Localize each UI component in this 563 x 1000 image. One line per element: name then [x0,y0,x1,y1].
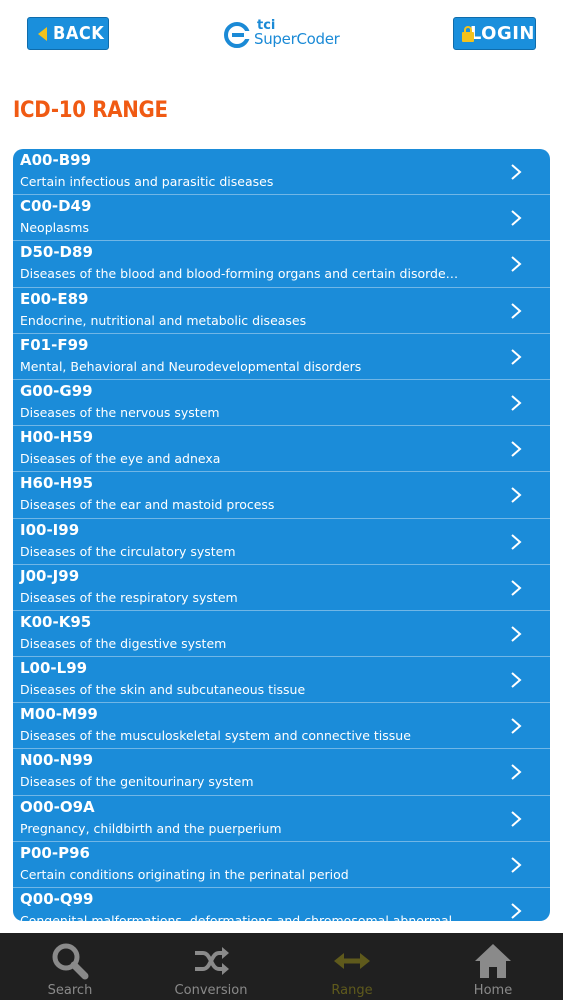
range-list-item[interactable]: K00-K95 Diseases of the digestive system [13,611,550,658]
range-code: H60-H95 [20,474,94,493]
range-description: Diseases of the circulatory system [20,543,236,559]
range-description: Neoplasms [20,220,89,236]
range-description: Diseases of the eye and adnexa [20,451,221,467]
tab-conversion[interactable]: Conversion [141,933,281,1000]
range-description: Diseases of the skin and subcutaneous ti… [20,682,306,698]
chevron-right-icon [511,626,522,642]
chevron-right-icon [511,857,522,873]
range-code: L00-L99 [20,659,88,678]
chevron-right-icon [511,579,522,596]
range-list-item[interactable]: H60-H95 Diseases of the ear and mastoid p… [13,472,550,519]
tab-home[interactable]: Home [423,933,563,1000]
chevron-right-icon [511,441,522,457]
range-code: E00-E89 [20,289,89,308]
login-button[interactable]: LOGIN [453,17,536,50]
tab-range-label: Range [331,983,373,998]
chevron-right-icon [511,395,522,411]
range-code: C00-D49 [20,197,92,216]
page-title: ICD-10 RANGE [13,98,168,123]
range-description: Diseases of the digestive system [20,635,227,651]
range-list-item[interactable]: D50-D89 Diseases of the blood and blood-f… [13,241,550,288]
lock-icon [462,25,474,42]
bottom-tab-bar: Search Conversion Range Home [0,933,563,1000]
range-code: F01-F99 [20,335,89,354]
range-description: Diseases of the ear and mastoid process [20,497,275,513]
search-icon [52,943,89,980]
range-description: Diseases of the musculoskeletal system a… [20,728,411,744]
range-code: G00-G99 [20,381,93,400]
range-code: J00-J99 [20,566,80,585]
range-description: Congenital malformations, deformations a… [20,913,453,921]
range-list-item[interactable]: P00-P96 Certain conditions originating in… [13,842,550,888]
range-description: Endocrine, nutritional and metabolic dis… [20,312,307,328]
range-list-item[interactable]: A00-B99 Certain infectious and parasitic … [13,149,550,196]
tab-search[interactable]: Search [0,933,140,1000]
range-list-item[interactable]: O00-O9A Pregnancy, childbirth and the pue… [13,796,550,842]
range-list-item[interactable]: L00-L99 Diseases of the skin and subcutan… [13,657,550,704]
range-list-item[interactable]: G00-G99 Diseases of the nervous system [13,380,550,427]
range-list-item[interactable]: N00-N99 Diseases of the genitourinary sys… [13,749,550,796]
range-list-item[interactable]: Q00-Q99 Congenital malformations, deforma… [13,888,550,921]
chevron-right-icon [511,487,522,504]
chevron-right-icon [511,164,522,180]
back-button[interactable]: BACK [27,17,109,50]
chevron-right-icon [511,302,522,319]
tab-range[interactable]: Range [282,933,422,1000]
shuffle-icon [195,947,229,975]
home-icon [475,944,511,978]
range-code: Q00-Q99 [20,890,94,908]
range-list-item[interactable]: E00-E89 Endocrine, nutritional and metabo… [13,288,550,334]
range-code: P00-P96 [20,843,90,862]
chevron-right-icon [511,764,522,781]
login-button-label: LOGIN [469,23,535,44]
range-code: A00-B99 [20,151,92,169]
range-list-item[interactable]: M00-M99 Diseases of the musculoskeletal s… [13,703,550,750]
range-code: D50-D89 [20,243,93,262]
range-description: Diseases of the respiratory system [20,589,238,605]
back-arrow-icon [38,26,47,41]
range-list-item[interactable]: H00-H59 Diseases of the eye and adnexa [13,426,550,473]
range-description: Certain infectious and parasitic disease… [20,174,274,189]
range-code: H00-H59 [20,428,94,447]
range-list-item[interactable]: C00-D49 Neoplasms [13,195,550,242]
range-code: I00-I99 [20,520,80,539]
range-description: Mental, Behavioral and Neurodevelopmenta… [20,358,362,374]
chevron-right-icon [511,810,522,827]
range-description: Diseases of the blood and blood-forming … [20,266,460,282]
range-description: Certain conditions originating in the pe… [20,866,349,882]
range-description: Pregnancy, childbirth and the puerperium [20,820,282,836]
range-code: O00-O9A [20,797,95,816]
range-description: Diseases of the genitourinary system [20,774,254,790]
logo-name-text: SuperCoder [254,30,340,48]
range-list-item[interactable]: I00-I99 Diseases of the circulatory syste… [13,519,550,565]
range-code: K00-K95 [20,612,92,631]
chevron-right-icon [511,210,522,226]
chevron-right-icon [511,348,522,365]
range-description: Diseases of the nervous system [20,404,220,420]
logo-mark-icon [224,22,250,48]
tab-home-label: Home [473,983,513,998]
chevron-right-icon [511,533,522,550]
range-code: M00-M99 [20,705,98,724]
supercoder-logo: tci SuperCoder [224,18,340,50]
top-header: BACK tci SuperCoder LOGIN [0,0,563,68]
chevron-right-icon [511,672,522,688]
range-list-item[interactable]: F01-F99 Mental, Behavioral and Neurodevel… [13,334,550,380]
chevron-right-icon [511,718,522,735]
chevron-right-icon [511,903,522,919]
back-button-label: BACK [53,23,105,44]
range-arrows-icon [334,953,370,969]
range-code: N00-N99 [20,751,94,770]
chevron-right-icon [511,256,522,273]
range-list-item[interactable]: J00-J99 Diseases of the respiratory syste… [13,565,550,611]
tab-conversion-label: Conversion [174,983,248,998]
tab-search-label: Search [47,983,93,998]
icd10-range-list[interactable]: A00-B99 Certain infectious and parasitic … [13,149,550,921]
